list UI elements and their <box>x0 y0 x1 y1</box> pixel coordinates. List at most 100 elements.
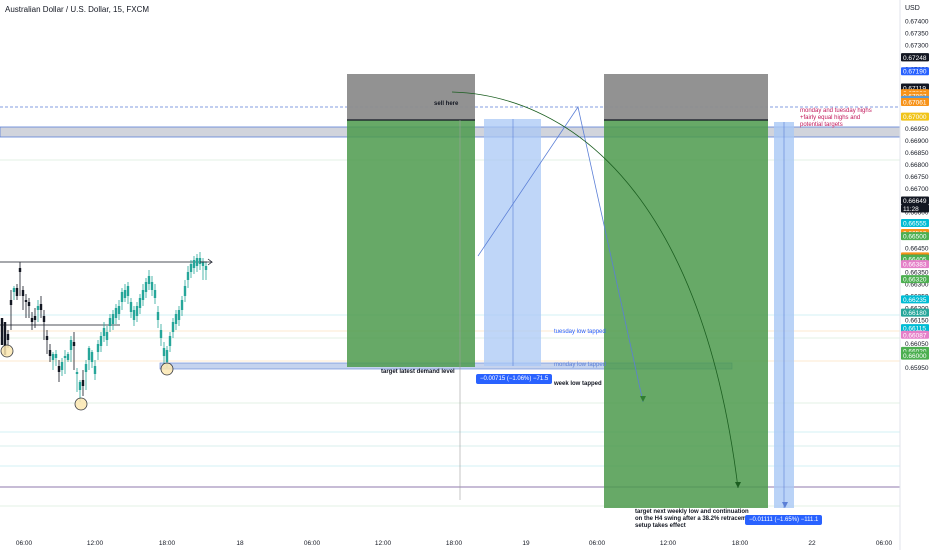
candle <box>24 294 28 318</box>
candle <box>180 296 184 316</box>
candle <box>141 284 145 306</box>
annotation-week-low[interactable]: week low tapped <box>554 381 602 388</box>
price-axis[interactable]: 0.674000.673500.673000.672000.669500.669… <box>901 19 929 373</box>
short-position-1[interactable] <box>347 74 475 500</box>
candle <box>0 318 4 345</box>
price-tick-label: 0.66900 <box>905 138 929 145</box>
price-badge: 0.66180 <box>901 308 929 317</box>
position-2-pl-label[interactable]: −0.01111 (−1.65%) −111.1 <box>745 515 823 525</box>
chart-title: Australian Dollar / U.S. Dollar, 15, FXC… <box>5 5 150 14</box>
candle <box>108 314 112 332</box>
svg-text:0.67000: 0.67000 <box>903 114 927 121</box>
candle <box>174 310 178 330</box>
price-badge: 0.66649 <box>901 196 929 205</box>
candle <box>126 282 130 304</box>
short-position-2[interactable] <box>604 74 768 508</box>
candle <box>183 280 187 302</box>
price-badge: 0.66320 <box>901 275 929 284</box>
candle <box>186 266 190 288</box>
candle <box>120 288 124 310</box>
candle <box>138 294 142 314</box>
candle <box>168 332 172 352</box>
projection-zone-1[interactable] <box>484 119 541 366</box>
price-badge: 0.67061 <box>901 98 929 107</box>
candle <box>96 340 100 360</box>
chart-canvas[interactable]: 0.674000.673500.673000.672000.669500.669… <box>0 0 932 550</box>
svg-text:11:28: 11:28 <box>903 206 919 213</box>
candle <box>123 284 127 302</box>
candle <box>171 318 175 338</box>
price-tick-label: 0.66950 <box>905 126 929 133</box>
annotation-monday-tuesday-highs[interactable]: monday and tuesday highs +fairly equal h… <box>800 108 872 129</box>
price-tick-label: 0.66150 <box>905 317 929 324</box>
price-tick-label: 0.66750 <box>905 174 929 181</box>
candle <box>12 286 16 300</box>
price-tick-label: 0.65950 <box>905 365 929 372</box>
annotation-tuesday-low[interactable]: tuesday low tapped <box>554 329 606 336</box>
time-tick-label: 12:00 <box>87 540 104 547</box>
currency-label[interactable]: USD <box>905 5 920 12</box>
candle <box>9 290 13 330</box>
price-badge: 0.66383 <box>901 260 929 269</box>
annotation-target-demand[interactable]: target latest demand level <box>381 369 455 376</box>
candle <box>192 256 196 274</box>
candle <box>159 324 163 346</box>
time-tick-label: 06:00 <box>304 540 321 547</box>
candle <box>15 284 19 300</box>
candle <box>21 286 25 310</box>
svg-text:0.67061: 0.67061 <box>903 100 927 107</box>
candle <box>57 360 61 382</box>
price-badge: 0.67190 <box>901 67 929 76</box>
candle <box>36 300 40 322</box>
candle <box>66 352 70 362</box>
candle <box>204 262 208 280</box>
svg-text:0.66500: 0.66500 <box>903 234 927 241</box>
svg-text:0.66180: 0.66180 <box>903 310 927 317</box>
candle <box>45 330 49 354</box>
annotation-sell-here[interactable]: sell here <box>434 101 458 108</box>
candle <box>93 360 97 380</box>
annotation-monday-low[interactable]: monday low tapped <box>554 362 606 369</box>
candle <box>87 346 91 370</box>
candlestick-series[interactable] <box>0 252 208 402</box>
time-tick-label: 18:00 <box>159 540 176 547</box>
candle <box>114 304 118 324</box>
svg-text:0.66383: 0.66383 <box>903 262 927 269</box>
candle <box>105 326 109 346</box>
svg-text:0.66087: 0.66087 <box>903 332 927 339</box>
price-tick-label: 0.67400 <box>905 19 929 26</box>
time-tick-label: 22 <box>808 540 816 547</box>
price-badge: 0.66555 <box>901 218 929 227</box>
svg-text:0.66649: 0.66649 <box>903 198 927 205</box>
svg-text:0.66000: 0.66000 <box>903 353 927 360</box>
price-tick-label: 0.67350 <box>905 30 929 37</box>
time-tick-label: 12:00 <box>660 540 677 547</box>
svg-text:0.67190: 0.67190 <box>903 69 927 76</box>
candle <box>153 284 157 304</box>
time-axis[interactable]: 06:00 12:00 18:00 18 06:00 12:00 18:00 19 06:00 1… <box>16 540 893 547</box>
svg-text:0.66235: 0.66235 <box>903 297 927 304</box>
projection-zone-2[interactable] <box>774 122 794 508</box>
candle <box>150 276 154 296</box>
candle <box>132 306 136 326</box>
annotation-target-next[interactable]: target next weekly low and continuation … <box>635 509 755 530</box>
price-badge: 0.66000 <box>901 351 929 360</box>
candle <box>18 262 22 296</box>
position-1-pl-label[interactable]: −0.00715 (−1.06%) −71.5 <box>476 374 553 384</box>
time-tick-label: 06:00 <box>589 540 606 547</box>
time-tick-label: 18 <box>236 540 244 547</box>
price-tick-label: 0.66450 <box>905 246 929 253</box>
price-badge: 0.67000 <box>901 112 929 121</box>
price-badge: 0.67248 <box>901 53 929 62</box>
candle <box>156 306 160 328</box>
candle <box>63 350 67 374</box>
price-tick-label: 0.66850 <box>905 150 929 157</box>
candle <box>54 350 58 366</box>
candle <box>147 270 151 290</box>
time-tick-label: 18:00 <box>732 540 749 547</box>
candle <box>189 260 193 278</box>
time-tick-label: 06:00 <box>876 540 893 547</box>
price-badge: 0.66235 <box>901 295 929 304</box>
candle <box>201 258 205 280</box>
candle <box>81 370 85 396</box>
